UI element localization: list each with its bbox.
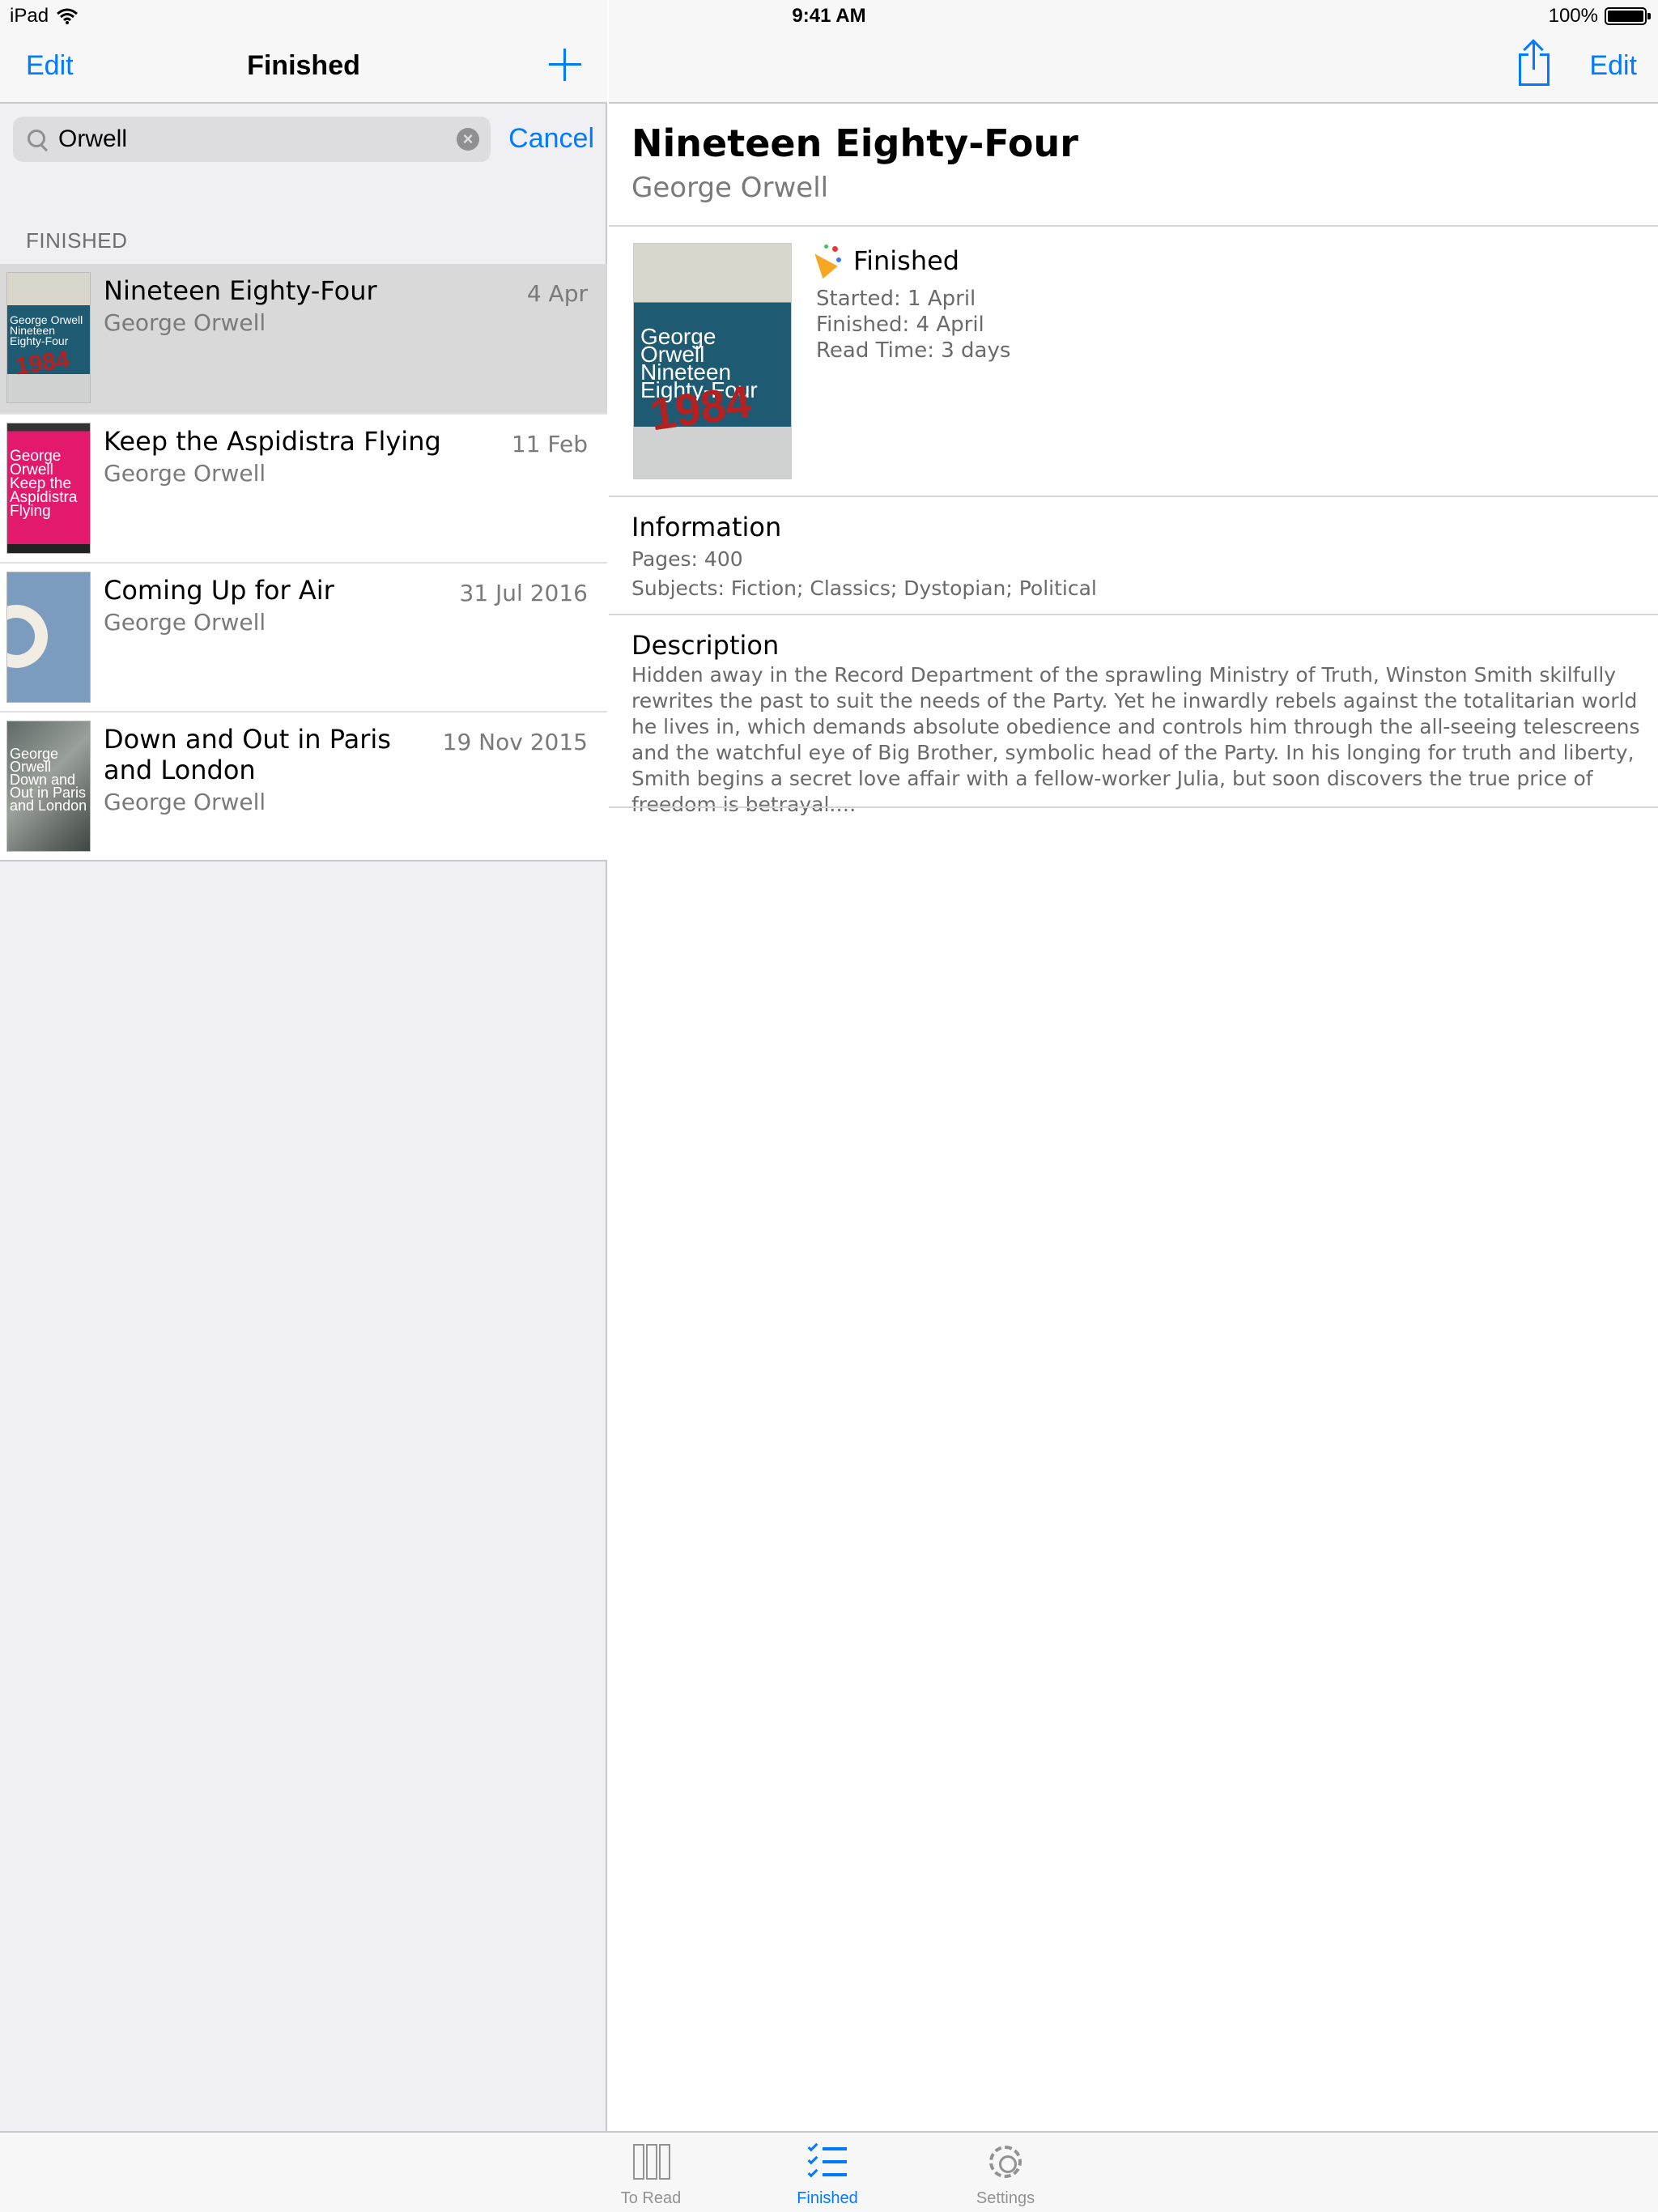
status-label: Finished — [853, 245, 960, 276]
book-date: 11 Feb — [511, 431, 588, 457]
book-author: George Orwell — [104, 460, 266, 487]
book-title: Down and Out in Paris and London — [104, 724, 391, 785]
cover-text: George Orwell Down and Out in Paris and … — [10, 746, 87, 814]
edit-book-button[interactable]: Edit — [1589, 50, 1637, 82]
book-cover — [6, 572, 91, 703]
tab-label: Finished — [797, 2189, 858, 2207]
tab-label: To Read — [620, 2189, 682, 2207]
detail-pane: Edit Nineteen Eighty-Four George Orwell … — [609, 0, 1658, 2212]
cover-text: George Orwell Keep the Aspidistra Flying — [10, 448, 78, 520]
share-icon[interactable] — [1517, 39, 1551, 86]
book-date: 4 Apr — [526, 280, 588, 307]
book-detail-title: Nineteen Eighty-Four — [631, 121, 1078, 165]
search-icon — [26, 128, 50, 152]
clear-search-icon[interactable]: × — [457, 128, 479, 151]
share-icon-edge — [1540, 53, 1550, 56]
tab-finished[interactable]: Finished — [763, 2141, 892, 2208]
list-item[interactable]: George Orwell Nineteen Eighty-Four 1984 … — [0, 264, 607, 413]
book-title: Nineteen Eighty-Four — [104, 275, 377, 306]
section-header: FINISHED — [26, 228, 128, 253]
search-field[interactable]: × — [13, 117, 491, 162]
subjects-info: Subjects: Fiction; Classics; Dystopian; … — [631, 576, 1097, 600]
description-heading: Description — [631, 630, 780, 661]
gear-icon — [984, 2141, 1027, 2183]
divider — [609, 614, 1658, 615]
search-input[interactable] — [58, 117, 439, 162]
page-title: Finished — [247, 50, 360, 81]
add-book-icon[interactable] — [549, 49, 581, 81]
cancel-button[interactable]: Cancel — [508, 123, 594, 155]
book-date: 31 Jul 2016 — [459, 580, 588, 606]
cover-scribble: 1984 — [13, 346, 71, 381]
book-author: George Orwell — [104, 789, 266, 815]
book-cover: George Orwell Nineteen Eighty-Four 1984 — [6, 272, 91, 403]
tab-label: Settings — [976, 2189, 1035, 2207]
party-popper-icon — [807, 245, 844, 279]
list-item[interactable]: Coming Up for Air George Orwell 31 Jul 2… — [0, 562, 607, 711]
tab-to-read[interactable]: To Read — [586, 2141, 716, 2208]
started-date: Started: 1 April — [816, 287, 976, 311]
cover-ring-graphic — [7, 605, 48, 668]
read-time: Read Time: 3 days — [816, 338, 1011, 363]
book-author: George Orwell — [104, 609, 266, 636]
list-item[interactable]: George Orwell Keep the Aspidistra Flying… — [0, 413, 607, 562]
book-cover: George Orwell Keep the Aspidistra Flying — [6, 423, 91, 554]
books-icon — [630, 2141, 672, 2183]
cover-text: George Orwell Nineteen Eighty-Four — [10, 313, 83, 347]
divider — [609, 225, 1658, 227]
battery-icon — [1605, 7, 1651, 25]
book-detail-cover: George Orwell Nineteen Eighty-Four 1984 — [633, 243, 792, 479]
divider — [609, 806, 1658, 808]
tab-bar: To Read Finished Settings — [0, 2131, 1658, 2212]
tab-settings[interactable]: Settings — [941, 2141, 1070, 2208]
battery-fill — [1608, 11, 1643, 22]
list-item[interactable]: George Orwell Down and Out in Paris and … — [0, 711, 607, 860]
book-title: Coming Up for Air — [104, 575, 334, 606]
pages-info: Pages: 400 — [631, 547, 743, 571]
finished-date: Finished: 4 April — [816, 313, 984, 337]
clock: 9:41 AM — [792, 5, 866, 27]
book-cover: George Orwell Down and Out in Paris and … — [6, 721, 91, 852]
information-heading: Information — [631, 512, 782, 542]
reading-status: Finished — [807, 245, 960, 279]
book-list: George Orwell Nineteen Eighty-Four 1984 … — [0, 264, 607, 861]
checklist-icon — [806, 2141, 848, 2183]
divider — [609, 496, 1658, 497]
status-bar: iPad 9:41 AM 100% — [0, 0, 1658, 32]
book-author: George Orwell — [104, 309, 266, 336]
book-title: Keep the Aspidistra Flying — [104, 426, 441, 457]
book-date: 19 Nov 2015 — [442, 729, 588, 755]
status-bar-right: 100% — [1548, 5, 1651, 28]
search-bar: × Cancel — [0, 105, 607, 170]
battery-percent: 100% — [1548, 5, 1598, 27]
description-text: Hidden away in the Record Department of … — [631, 663, 1640, 816]
book-detail-author: George Orwell — [631, 172, 829, 204]
master-pane: Edit Finished × Cancel FINISHED George O… — [0, 0, 607, 2212]
